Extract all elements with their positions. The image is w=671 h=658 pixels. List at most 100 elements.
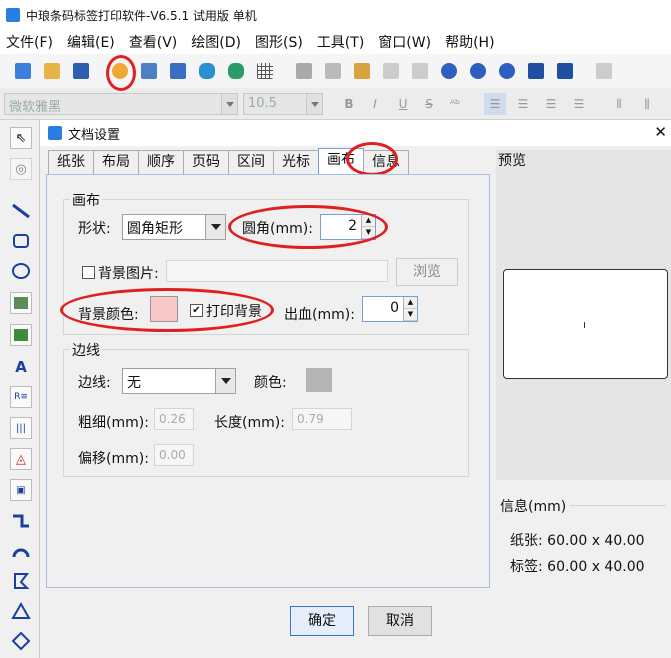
align-left-button[interactable]: ☰: [484, 93, 506, 115]
rotate-tool[interactable]: ◎: [10, 158, 32, 180]
chevron-down-icon[interactable]: [215, 369, 235, 393]
ellipse-tool[interactable]: [10, 260, 32, 282]
shape-tool[interactable]: ◬: [10, 448, 32, 470]
undo-button[interactable]: [376, 58, 405, 84]
bleed-stepper[interactable]: 0 ▲ ▼: [362, 296, 418, 322]
distribute-h-button[interactable]: ⫴: [608, 93, 630, 115]
menu-tools[interactable]: 工具(T): [317, 32, 364, 52]
fit-page-button[interactable]: [521, 58, 550, 84]
underline-button[interactable]: U: [392, 93, 414, 115]
border-line-select[interactable]: 无: [122, 368, 236, 394]
cancel-button[interactable]: 取消: [368, 606, 432, 636]
line-tool[interactable]: [10, 200, 32, 222]
triangle-tool[interactable]: [10, 600, 32, 622]
chevron-down-icon[interactable]: [221, 94, 237, 114]
justify-button[interactable]: ☰: [568, 93, 590, 115]
image-tool[interactable]: [10, 292, 32, 314]
tab-paper[interactable]: 纸张: [48, 150, 94, 174]
grid-button[interactable]: [250, 58, 279, 84]
align-right-button[interactable]: ☰: [540, 93, 562, 115]
misc-button[interactable]: [589, 58, 618, 84]
tab-interval[interactable]: 区间: [228, 150, 274, 174]
save-button[interactable]: [66, 58, 95, 84]
menu-view[interactable]: 查看(V): [129, 32, 178, 52]
menu-draw[interactable]: 绘图(D): [191, 32, 241, 52]
database-icon: [198, 63, 215, 79]
text-cursor: [584, 322, 585, 328]
shape-label: 形状:: [78, 221, 111, 237]
menu-edit[interactable]: 编辑(E): [67, 32, 115, 52]
ok-button[interactable]: 确定: [290, 606, 354, 636]
document-settings-button[interactable]: [105, 58, 134, 84]
grid-icon: [256, 63, 273, 79]
browse-button[interactable]: 浏览: [396, 258, 458, 286]
spin-buttons[interactable]: ▲ ▼: [403, 297, 417, 321]
border-color-swatch[interactable]: [306, 368, 332, 392]
shape-select[interactable]: 圆角矩形: [122, 214, 226, 240]
redo-button[interactable]: [405, 58, 434, 84]
tab-layout[interactable]: 布局: [93, 150, 139, 174]
copy-button[interactable]: [318, 58, 347, 84]
print-background-checkbox[interactable]: ✔: [190, 304, 203, 317]
cut-button[interactable]: [289, 58, 318, 84]
triangle-shape-icon: ◬: [16, 451, 26, 467]
distribute-v-button[interactable]: ⫼: [636, 93, 658, 115]
tab-cursor[interactable]: 光标: [273, 150, 319, 174]
barcode-tool[interactable]: |||: [10, 417, 32, 439]
zoom-button[interactable]: [492, 58, 521, 84]
border-width-field[interactable]: 0.26: [154, 408, 194, 430]
chevron-down-icon[interactable]: [306, 94, 322, 114]
bold-button[interactable]: B: [338, 93, 360, 115]
database-settings-button[interactable]: [221, 58, 250, 84]
radius-stepper[interactable]: 2 ▲ ▼: [320, 214, 376, 240]
database-button[interactable]: [192, 58, 221, 84]
spin-up-icon[interactable]: ▲: [362, 215, 375, 227]
border-length-field[interactable]: 0.79: [292, 408, 352, 430]
open-button[interactable]: [37, 58, 66, 84]
tab-order[interactable]: 顺序: [138, 150, 184, 174]
tab-info[interactable]: 信息: [363, 150, 409, 174]
font-size-select[interactable]: 10.5: [243, 93, 323, 115]
rectangle-tool[interactable]: [10, 230, 32, 252]
rich-text-tool[interactable]: R≡: [10, 386, 32, 408]
polyline-tool[interactable]: [10, 510, 32, 532]
spin-down-icon[interactable]: ▼: [362, 227, 375, 239]
menu-file[interactable]: 文件(F): [6, 32, 53, 52]
fit-width-button[interactable]: [550, 58, 579, 84]
arc-tool[interactable]: [10, 540, 32, 562]
zoom-out-button[interactable]: [463, 58, 492, 84]
font-family-select[interactable]: 微软雅黑: [4, 93, 238, 115]
text-tool[interactable]: A: [10, 356, 32, 378]
close-icon[interactable]: ✕: [654, 123, 667, 141]
qrcode-tool[interactable]: ▣: [10, 479, 32, 501]
print-preview-button[interactable]: [163, 58, 192, 84]
paste-button[interactable]: [347, 58, 376, 84]
background-image-checkbox[interactable]: [82, 266, 95, 279]
menu-help[interactable]: 帮助(H): [445, 32, 494, 52]
border-offset-field[interactable]: 0.00: [154, 444, 194, 466]
diamond-tool[interactable]: [10, 630, 32, 652]
picture-tool[interactable]: [10, 324, 32, 346]
strikethrough-button[interactable]: S: [418, 93, 440, 115]
border-line-label: 边线:: [78, 375, 111, 391]
new-button[interactable]: [8, 58, 37, 84]
spin-up-icon[interactable]: ▲: [404, 297, 417, 309]
background-color-swatch[interactable]: [150, 296, 178, 322]
tab-page-number[interactable]: 页码: [183, 150, 229, 174]
background-image-path[interactable]: [166, 260, 388, 282]
zoom-in-button[interactable]: [434, 58, 463, 84]
spin-down-icon[interactable]: ▼: [404, 309, 417, 321]
tab-canvas[interactable]: 画布: [318, 148, 364, 174]
background-color-label: 背景颜色:: [78, 307, 139, 323]
menu-shape[interactable]: 图形(S): [255, 32, 303, 52]
spin-buttons[interactable]: ▲ ▼: [361, 215, 375, 239]
align-center-button[interactable]: ☰: [512, 93, 534, 115]
select-tool[interactable]: ⇖: [10, 127, 32, 149]
chevron-down-icon[interactable]: [205, 215, 225, 239]
menu-window[interactable]: 窗口(W): [378, 32, 431, 52]
italic-button[interactable]: I: [364, 93, 386, 115]
polygon-tool[interactable]: [10, 570, 32, 592]
font-size-value: 10.5: [248, 96, 277, 111]
print-button[interactable]: [134, 58, 163, 84]
superscript-button[interactable]: ᴬᵇ: [444, 93, 466, 115]
